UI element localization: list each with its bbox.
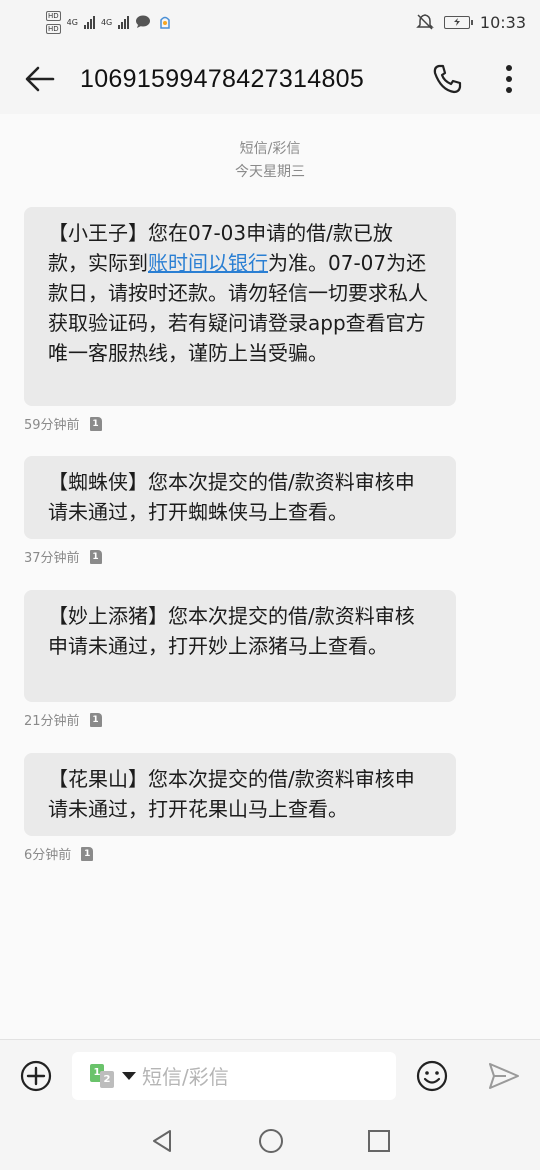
sim-selector[interactable]: 1 2 xyxy=(88,1063,136,1088)
notification-app-icon xyxy=(160,16,170,29)
nav-back-icon[interactable] xyxy=(150,1129,174,1153)
more-options-button[interactable] xyxy=(478,44,540,114)
message-item[interactable]: 【妙上添猪】您本次提交的借/款资料审核申请未通过，打开妙上添猪马上查看。 21分… xyxy=(24,590,456,729)
message-meta: 37分钟前 1 xyxy=(24,547,456,566)
hd-badge-2: HD xyxy=(46,23,61,34)
sim-card-icon: 1 xyxy=(81,846,94,861)
thread-date-label: 今天星期三 xyxy=(235,164,305,180)
system-navigation-bar xyxy=(0,1111,540,1170)
status-bar: HD HD 4G 4G 10:33 xyxy=(0,0,540,44)
nav-home-icon[interactable] xyxy=(258,1128,284,1154)
message-text: 【花果山】您本次提交的借/款资料审核申请未通过，打开花果山马上查看。 xyxy=(48,767,415,821)
signal-icon-2 xyxy=(118,15,130,29)
message-time: 6分钟前 xyxy=(24,848,72,863)
message-list[interactable]: 短信/彩信 今天星期三 【小王子】您在07-03申请的借/款已放款，实际到账时间… xyxy=(0,114,540,1039)
dual-sim-icon: 1 2 xyxy=(88,1063,118,1088)
send-icon xyxy=(489,1062,519,1089)
message-bubble[interactable]: 【小王子】您在07-03申请的借/款已放款，实际到账时间以银行为准。07-07为… xyxy=(24,207,456,406)
phone-icon xyxy=(433,64,462,94)
network-label-2: 4G xyxy=(100,17,113,27)
send-button[interactable] xyxy=(468,1040,540,1112)
more-vertical-icon xyxy=(506,65,512,93)
message-meta: 6分钟前 1 xyxy=(24,844,456,863)
message-item[interactable]: 【小王子】您在07-03申请的借/款已放款，实际到账时间以银行为准。07-07为… xyxy=(24,207,456,433)
status-time: 10:33 xyxy=(479,12,526,32)
message-item[interactable]: 【蜘蛛侠】您本次提交的借/款资料审核申请未通过，打开蜘蛛侠马上查看。 37分钟前… xyxy=(24,456,456,566)
message-time: 37分钟前 xyxy=(24,551,80,566)
sim-2-badge: 2 xyxy=(100,1070,114,1088)
nav-recent-icon[interactable] xyxy=(368,1129,390,1152)
signal-icon-1 xyxy=(83,15,95,29)
message-time: 59分钟前 xyxy=(24,418,80,433)
back-button[interactable] xyxy=(0,44,80,114)
conversation-title: 10691599478427314805 xyxy=(80,64,365,93)
thread-type-label: 短信/彩信 xyxy=(239,141,301,157)
add-attachment-button[interactable] xyxy=(0,1040,72,1112)
message-bubble[interactable]: 【妙上添猪】您本次提交的借/款资料审核申请未通过，打开妙上添猪马上查看。 xyxy=(24,590,456,702)
message-item[interactable]: 【花果山】您本次提交的借/款资料审核申请未通过，打开花果山马上查看。 6分钟前 … xyxy=(24,753,456,863)
composer-bar: 1 2 短信/彩信 xyxy=(0,1039,540,1111)
battery-icon xyxy=(443,15,473,29)
message-bubble[interactable]: 【花果山】您本次提交的借/款资料审核申请未通过，打开花果山马上查看。 xyxy=(24,753,456,836)
message-input-placeholder: 短信/彩信 xyxy=(142,1065,229,1089)
chat-bubble-icon xyxy=(136,15,151,28)
message-input[interactable]: 1 2 短信/彩信 xyxy=(72,1051,396,1100)
emoji-button[interactable] xyxy=(396,1040,468,1112)
network-label-1: 4G xyxy=(66,17,78,27)
top-app-bar: 10691599478427314805 xyxy=(0,44,540,114)
status-left: HD HD 4G 4G xyxy=(46,10,173,34)
mute-bell-icon xyxy=(416,14,434,30)
add-circle-icon xyxy=(20,1060,52,1091)
status-right: 10:33 xyxy=(416,13,526,32)
message-text: 【妙上添猪】您本次提交的借/款资料审核申请未通过，打开妙上添猪马上查看。 xyxy=(48,604,415,658)
hd-badge-1: HD xyxy=(46,10,61,21)
message-meta: 59分钟前 1 xyxy=(24,414,456,433)
message-bubble[interactable]: 【蜘蛛侠】您本次提交的借/款资料审核申请未通过，打开蜘蛛侠马上查看。 xyxy=(24,456,456,539)
sim-card-icon: 1 xyxy=(89,712,102,727)
message-text: 【蜘蛛侠】您本次提交的借/款资料审核申请未通过，打开蜘蛛侠马上查看。 xyxy=(48,470,415,524)
sim-card-icon: 1 xyxy=(89,549,102,564)
emoji-icon xyxy=(416,1060,448,1091)
sim-badges: HD HD xyxy=(46,10,61,34)
back-arrow-icon xyxy=(25,66,55,92)
message-time: 21分钟前 xyxy=(24,714,80,729)
thread-meta: 短信/彩信 今天星期三 xyxy=(0,138,540,184)
chevron-down-icon xyxy=(122,1071,136,1080)
sim-card-icon: 1 xyxy=(89,416,102,431)
message-link[interactable]: 账时间以银行 xyxy=(148,251,268,275)
message-meta: 21分钟前 1 xyxy=(24,710,456,729)
call-button[interactable] xyxy=(416,44,478,114)
